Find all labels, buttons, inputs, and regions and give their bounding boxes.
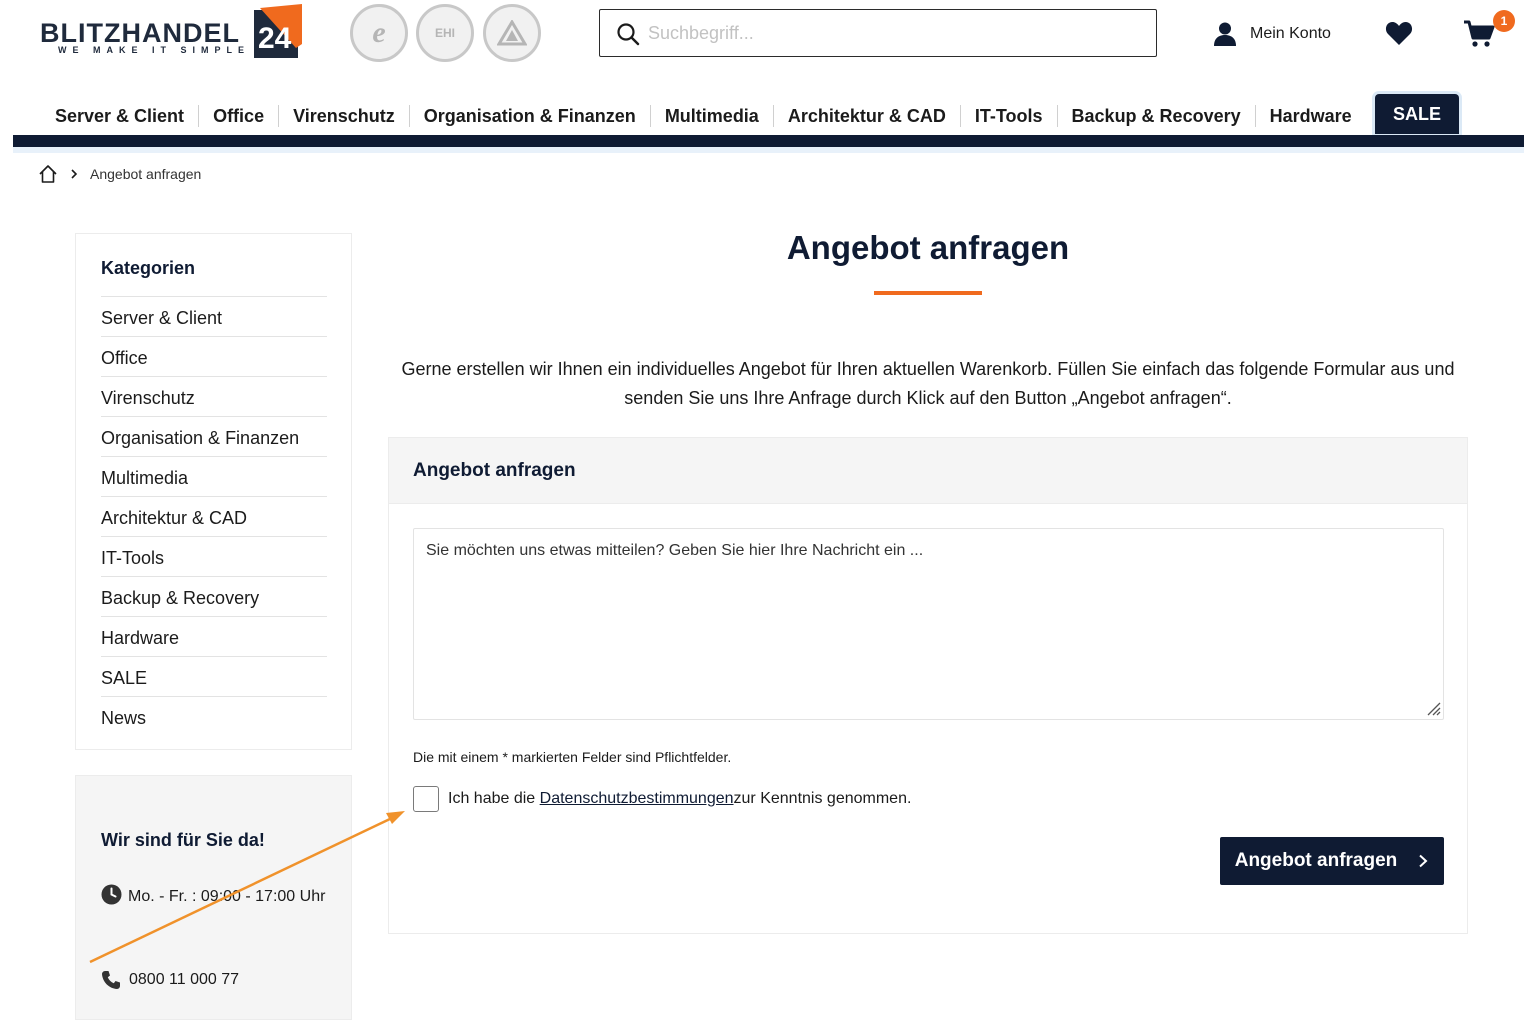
breadcrumb: Angebot anfragen — [38, 163, 201, 185]
nav-item-sale[interactable]: SALE — [1375, 94, 1459, 134]
trust-badges: e EHI — [350, 4, 545, 64]
contact-box: Wir sind für Sie da! Mo. - Fr. : 09:00 -… — [75, 775, 352, 1020]
breadcrumb-current: Angebot anfragen — [90, 166, 202, 182]
request-quote-button[interactable]: Angebot anfragen — [1220, 837, 1444, 885]
category-sidebar: Kategorien Server & Client Office Virens… — [75, 233, 352, 750]
nav-bar-shadow — [13, 147, 1524, 153]
message-textarea[interactable] — [413, 528, 1444, 720]
trusted-shops-badge-icon[interactable]: e — [350, 4, 408, 62]
nav-item-organisation-finanzen[interactable]: Organisation & Finanzen — [410, 105, 651, 127]
site-header: BLITZHANDEL WE MAKE IT SIMPLE 24 e EHI M… — [0, 0, 1531, 80]
sidebar-item-server-client[interactable]: Server & Client — [101, 296, 327, 336]
form-header: Angebot anfragen — [389, 438, 1467, 504]
sidebar-item-sale[interactable]: SALE — [101, 656, 327, 696]
privacy-checkbox[interactable] — [413, 786, 439, 812]
cart-icon[interactable] — [1462, 18, 1496, 48]
nav-item-hardware[interactable]: Hardware — [1256, 105, 1366, 127]
logo-24-icon: 24 — [254, 4, 302, 58]
home-icon[interactable] — [38, 164, 58, 184]
opening-hours-text: Mo. - Fr. : 09:00 - 17:00 Uhr — [128, 888, 326, 905]
phone-number: 0800 11 000 77 — [129, 971, 240, 988]
category-list: Server & Client Office Virenschutz Organ… — [101, 296, 327, 736]
clock-icon — [101, 884, 122, 905]
nav-item-multimedia[interactable]: Multimedia — [651, 105, 774, 127]
phone-icon — [102, 971, 120, 989]
sidebar-item-organisation-finanzen[interactable]: Organisation & Finanzen — [101, 416, 327, 456]
logo-tagline: WE MAKE IT SIMPLE — [58, 45, 250, 55]
sidebar-item-virenschutz[interactable]: Virenschutz — [101, 376, 327, 416]
nav-item-office[interactable]: Office — [199, 105, 280, 127]
search-input[interactable] — [648, 10, 1138, 56]
nav-item-virenschutz[interactable]: Virenschutz — [279, 105, 410, 127]
page-title: Angebot anfragen — [786, 229, 1070, 266]
intro-text: Gerne erstellen wir Ihnen ein individuel… — [401, 359, 1455, 408]
request-quote-button-label: Angebot anfragen — [1234, 850, 1398, 871]
sidebar-item-news[interactable]: News — [101, 696, 327, 736]
chevron-right-icon — [1419, 854, 1428, 868]
nav-item-server-client[interactable]: Server & Client — [41, 105, 200, 127]
sidebar-item-multimedia[interactable]: Multimedia — [101, 456, 327, 496]
account-label: Mein Konto — [1250, 25, 1331, 42]
user-icon — [1214, 22, 1236, 46]
required-fields-note: Die mit einem * markierten Felder sind P… — [413, 749, 732, 765]
nav-item-architektur-cad[interactable]: Architektur & CAD — [774, 105, 961, 127]
opening-hours: Mo. - Fr. : 09:00 - 17:00 Uhr — [101, 882, 331, 911]
cart-count-badge: 1 — [1493, 10, 1515, 32]
search-box[interactable] — [599, 9, 1157, 57]
nav-item-it-tools[interactable]: IT-Tools — [961, 105, 1058, 127]
main-navigation: Server & Client Office Virenschutz Organ… — [13, 94, 1524, 136]
search-icon[interactable] — [616, 22, 640, 46]
consent-text-before: Ich habe die — [448, 790, 536, 807]
sidebar-item-it-tools[interactable]: IT-Tools — [101, 536, 327, 576]
nav-item-backup-recovery[interactable]: Backup & Recovery — [1058, 105, 1256, 127]
privacy-consent: Ich habe die Datenschutzbestimmungen zur… — [413, 786, 911, 812]
resize-handle-icon[interactable] — [1425, 700, 1441, 716]
consent-text-after: zur Kenntnis genommen. — [733, 790, 912, 807]
quote-request-form: Angebot anfragen Die mit einem * markier… — [388, 437, 1468, 934]
privacy-policy-link[interactable]: Datenschutzbestimmungen — [540, 790, 734, 808]
sidebar-item-hardware[interactable]: Hardware — [101, 616, 327, 656]
sidebar-title: Kategorien — [101, 258, 196, 278]
tuv-badge-icon[interactable] — [483, 4, 541, 62]
sidebar-item-architektur-cad[interactable]: Architektur & CAD — [101, 496, 327, 536]
phone-contact[interactable]: 0800 11 000 77 — [101, 970, 239, 990]
contact-title: Wir sind für Sie da! — [101, 830, 265, 850]
site-logo[interactable]: BLITZHANDEL WE MAKE IT SIMPLE 24 — [38, 4, 306, 62]
svg-text:24: 24 — [258, 22, 292, 55]
chevron-right-icon — [71, 169, 78, 179]
sidebar-item-office[interactable]: Office — [101, 336, 327, 376]
ehi-badge-icon[interactable]: EHI — [416, 4, 474, 62]
sidebar-item-backup-recovery[interactable]: Backup & Recovery — [101, 576, 327, 616]
heart-icon[interactable] — [1385, 20, 1413, 46]
title-accent-line — [874, 291, 982, 295]
account-link[interactable]: Mein Konto — [1212, 20, 1331, 48]
nav-bar-divider — [13, 135, 1524, 147]
form-heading: Angebot anfragen — [413, 460, 576, 481]
